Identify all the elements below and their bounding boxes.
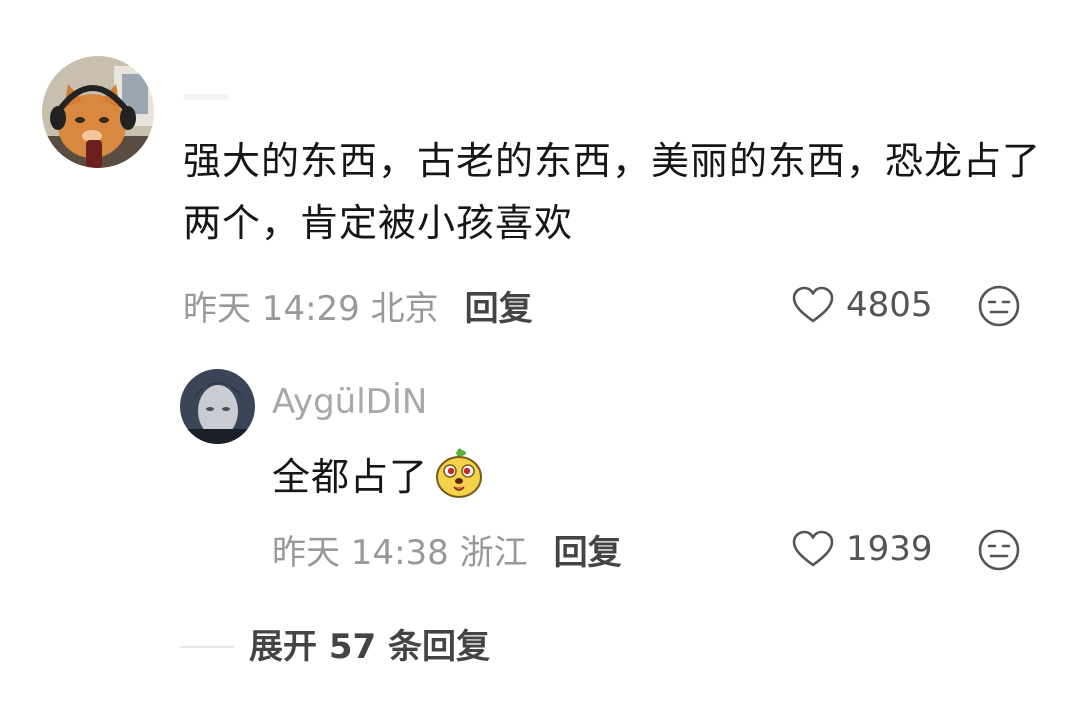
dislike-button[interactable]: [977, 528, 1021, 572]
like-button[interactable]: 1939: [792, 527, 933, 571]
meh-face-icon: [978, 529, 1020, 571]
dislike-button[interactable]: [977, 284, 1021, 328]
meh-face-icon: [978, 285, 1020, 327]
expand-replies-button[interactable]: 展开 57 条回复: [249, 625, 490, 669]
like-button[interactable]: 4805: [792, 283, 933, 327]
reply-username[interactable]: AygülDİN: [272, 380, 427, 424]
cat-avatar-icon[interactable]: [42, 56, 154, 168]
reply-time-location: 昨天 14:38 浙江: [272, 532, 528, 573]
like-count: 4805: [846, 285, 933, 325]
heart-icon: [792, 530, 834, 567]
dog-face-emoji-icon: [436, 448, 483, 498]
reply-button[interactable]: 回复: [554, 525, 622, 574]
reply-meta: 昨天 14:38 浙江 回复: [272, 525, 622, 574]
comment-text: 强大的东西，古老的东西，美丽的东西，恐龙占了两个，肯定被小孩喜欢: [183, 139, 1042, 245]
like-count: 1939: [846, 529, 933, 569]
comment-time-location: 昨天 14:29 北京: [183, 288, 439, 329]
reply-content: 全都占了: [272, 445, 484, 501]
comment-meta: 昨天 14:29 北京 回复: [183, 281, 533, 330]
expand-divider: [180, 646, 234, 648]
reply-text: 全都占了: [272, 454, 429, 499]
reply-button[interactable]: 回复: [465, 281, 533, 330]
heart-icon: [792, 286, 834, 323]
portrait-avatar-icon[interactable]: [180, 369, 255, 444]
comment-thread: 强大的东西，古老的东西，美丽的东西，恐龙占了两个，肯定被小孩喜欢 昨天 14:2…: [0, 0, 1079, 721]
username-placeholder: [183, 94, 229, 100]
